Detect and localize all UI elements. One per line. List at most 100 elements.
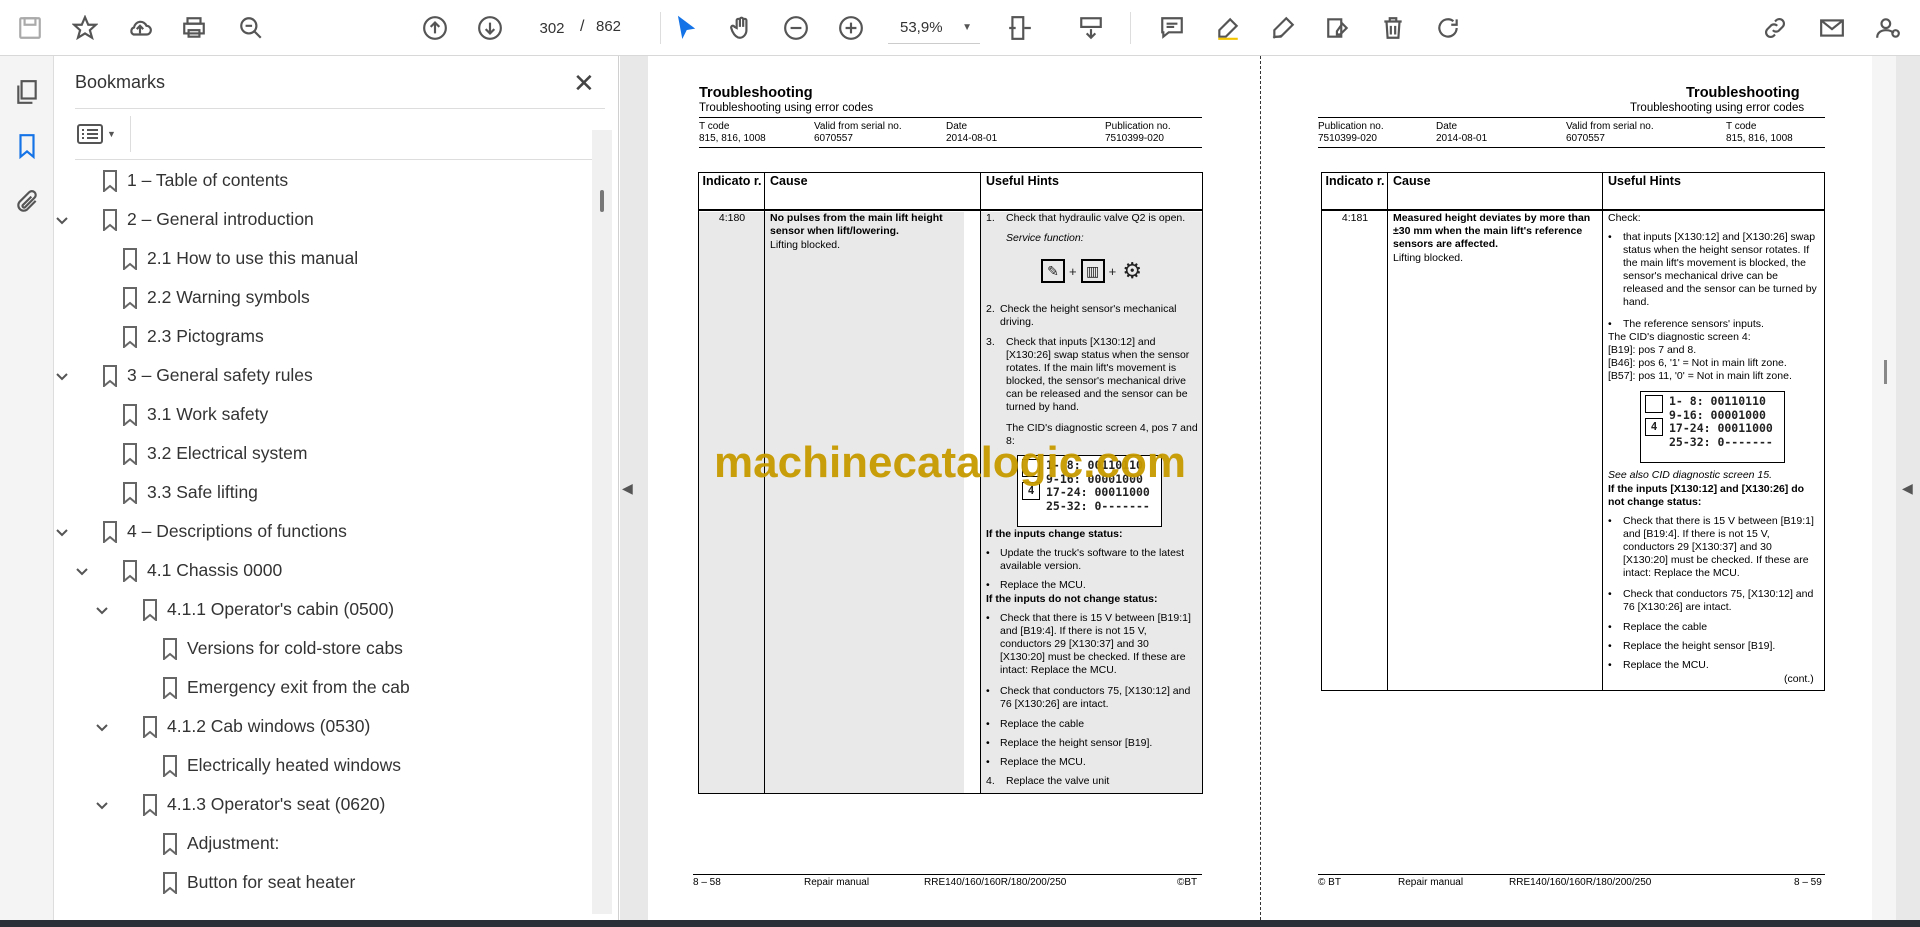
bookmark-item[interactable]: 1 – Table of contents bbox=[55, 162, 585, 201]
bookmark-flag-icon bbox=[122, 248, 138, 272]
document-scrollbar[interactable] bbox=[1872, 56, 1896, 920]
hint-text: Check the height sensor's mechanical dri… bbox=[1000, 303, 1177, 328]
bookmark-item[interactable]: Electrically heated windows bbox=[55, 747, 585, 786]
footer-doc: Repair manual bbox=[1398, 877, 1464, 888]
expand-right-panel-icon[interactable]: ◀ bbox=[1902, 480, 1913, 497]
bookmarks-scroll-thumb[interactable] bbox=[600, 190, 604, 212]
diag-row: 17-24: 00011000 bbox=[1669, 421, 1773, 435]
bookmark-item[interactable]: 4.1 Chassis 0000 bbox=[55, 552, 585, 591]
meta-date: Date 2014-08-01 bbox=[1436, 121, 1488, 144]
draw-sign-icon[interactable] bbox=[1265, 10, 1301, 46]
bookmark-item[interactable]: 3.1 Work safety bbox=[55, 396, 585, 435]
zoom-search-icon[interactable] bbox=[233, 10, 269, 46]
fit-page-icon[interactable] bbox=[1002, 10, 1038, 46]
hint-bullet: Check that there is 15 V between [B19:1]… bbox=[1623, 515, 1814, 579]
account-icon[interactable] bbox=[1870, 10, 1906, 46]
bookmark-item[interactable]: 4 – Descriptions of functions bbox=[55, 513, 585, 552]
chevron-down-icon[interactable] bbox=[94, 603, 110, 619]
zoom-out-icon[interactable] bbox=[778, 10, 814, 46]
footer-page: 8 – 59 bbox=[1794, 877, 1822, 888]
bookmark-flag-icon bbox=[162, 638, 178, 662]
bookmark-item[interactable]: 2.3 Pictograms bbox=[55, 318, 585, 357]
diag-row: 25-32: 0------- bbox=[1669, 434, 1773, 449]
upload-cloud-icon[interactable] bbox=[122, 10, 158, 46]
bookmark-flag-icon bbox=[122, 560, 138, 584]
navigation-rail bbox=[0, 56, 54, 920]
bookmark-item[interactable]: Adjustment: bbox=[55, 825, 585, 864]
hint-bullet: Replace the height sensor [B19]. bbox=[1623, 640, 1776, 652]
print-icon[interactable] bbox=[176, 10, 212, 46]
hint-bullet: Update the truck's software to the lates… bbox=[1000, 547, 1185, 572]
bullet-icon: • bbox=[986, 737, 990, 749]
redo-icon[interactable] bbox=[1430, 10, 1466, 46]
zoom-select[interactable]: 53,9% ▼ bbox=[888, 12, 980, 44]
bookmarks-scrollbar[interactable] bbox=[592, 130, 612, 914]
bookmark-item[interactable]: 2.2 Warning symbols bbox=[55, 279, 585, 318]
zoom-in-icon[interactable] bbox=[833, 10, 869, 46]
bookmark-item[interactable]: 3.3 Safe lifting bbox=[55, 474, 585, 513]
delete-icon[interactable] bbox=[1375, 10, 1411, 46]
bookmark-flag-icon bbox=[162, 755, 178, 779]
diag-row: 25-32: 0------- bbox=[1046, 498, 1150, 513]
save-icon[interactable] bbox=[12, 10, 48, 46]
document-scroll-thumb[interactable] bbox=[1884, 360, 1887, 384]
chevron-down-icon[interactable] bbox=[94, 720, 110, 736]
bookmark-label: 2.3 Pictograms bbox=[147, 326, 264, 346]
collapse-left-panel-icon[interactable]: ◀ bbox=[622, 480, 633, 497]
hint-text: Check that inputs [X130:12] and [X130:26… bbox=[1006, 336, 1190, 413]
chevron-down-icon[interactable] bbox=[54, 369, 70, 385]
bookmark-icon[interactable] bbox=[11, 130, 43, 162]
previous-page-icon[interactable] bbox=[417, 10, 453, 46]
service-function-icons: ✎ + ▥ + ⚙ bbox=[1041, 248, 1144, 294]
bookmark-label: 3.1 Work safety bbox=[147, 404, 269, 424]
bookmark-item[interactable]: Versions for cold-store cabs bbox=[55, 630, 585, 669]
chevron-down-icon[interactable] bbox=[54, 213, 70, 229]
hint-bullet: Check that conductors 75, [X130:12] and … bbox=[1000, 685, 1191, 710]
page-total: 862 bbox=[596, 18, 622, 35]
col-header-indicator: Indicato r. bbox=[1325, 174, 1385, 188]
page-separator: / bbox=[580, 18, 585, 35]
chevron-down-icon[interactable] bbox=[54, 525, 70, 541]
table-line bbox=[1321, 209, 1825, 211]
bookmark-item[interactable]: 2 – General introduction bbox=[55, 201, 585, 240]
close-icon[interactable]: ✕ bbox=[573, 68, 595, 99]
bullet-icon: • bbox=[1608, 318, 1612, 330]
sensor-b46: [B46]: pos 6, '1' = Not in main lift zon… bbox=[1608, 357, 1787, 369]
bullet-icon: • bbox=[1608, 659, 1612, 671]
bookmark-item[interactable]: Button for seat heater bbox=[55, 864, 585, 903]
footer-copyright: ©BT bbox=[1177, 877, 1198, 888]
share-link-icon[interactable] bbox=[1757, 10, 1793, 46]
bullet-icon: • bbox=[986, 756, 990, 768]
bookmark-options-button[interactable]: ▼ bbox=[77, 120, 121, 148]
col-header-cause: Cause bbox=[770, 174, 808, 188]
scroll-mode-icon[interactable] bbox=[1073, 10, 1109, 46]
shaded-area bbox=[699, 212, 964, 793]
bullet-icon: • bbox=[1608, 621, 1612, 633]
bookmark-flag-icon bbox=[142, 794, 158, 818]
comment-icon[interactable] bbox=[1154, 10, 1190, 46]
bookmark-item[interactable]: 3.2 Electrical system bbox=[55, 435, 585, 474]
continued-note: (cont.) bbox=[1784, 673, 1814, 685]
chevron-down-icon[interactable] bbox=[74, 564, 90, 580]
bookmark-item[interactable]: 4.1.2 Cab windows (0530) bbox=[55, 708, 585, 747]
bookmark-item[interactable]: Emergency exit from the cab bbox=[55, 669, 585, 708]
footer-page: 8 – 58 bbox=[693, 877, 721, 888]
bookmark-item[interactable]: 3 – General safety rules bbox=[55, 357, 585, 396]
col-header-cause: Cause bbox=[1393, 174, 1431, 188]
bookmark-item[interactable]: 2.1 How to use this manual bbox=[55, 240, 585, 279]
hint-bullet: Check that conductors 75, [X130:12] and … bbox=[1623, 588, 1814, 613]
hand-tool-icon[interactable] bbox=[723, 10, 759, 46]
highlight-pen-icon[interactable] bbox=[1210, 10, 1246, 46]
attachment-icon[interactable] bbox=[11, 186, 43, 218]
page-thumbnails-icon[interactable] bbox=[11, 76, 43, 108]
chevron-down-icon[interactable] bbox=[94, 798, 110, 814]
select-cursor-icon[interactable] bbox=[668, 10, 704, 46]
page-number-input[interactable]: 302 bbox=[528, 12, 576, 44]
edit-text-icon[interactable] bbox=[1320, 10, 1356, 46]
star-icon[interactable] bbox=[67, 10, 103, 46]
bookmark-item[interactable]: 4.1.1 Operator's cabin (0500) bbox=[55, 591, 585, 630]
next-page-icon[interactable] bbox=[472, 10, 508, 46]
email-icon[interactable] bbox=[1814, 10, 1850, 46]
bookmark-item[interactable]: 4.1.3 Operator's seat (0620) bbox=[55, 786, 585, 825]
hint-number: 2. bbox=[986, 303, 995, 315]
